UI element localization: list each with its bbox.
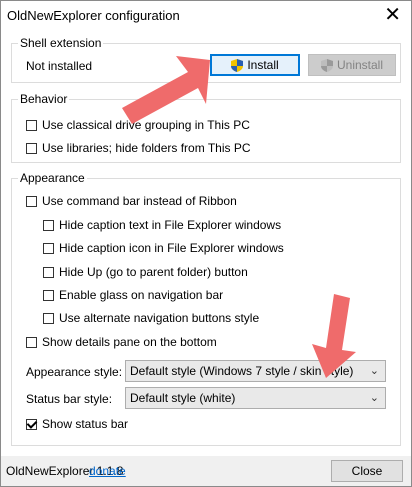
uninstall-button[interactable]: Uninstall [308, 54, 396, 76]
checkbox-box-checked [26, 418, 37, 430]
appearance-style-label: Appearance style: [26, 365, 123, 379]
install-button-label: Install [247, 58, 279, 72]
footer-bar: OldNewExplorer 1.1.8 donate Close [1, 456, 411, 486]
checkbox-label: Use command bar instead of Ribbon [42, 194, 237, 208]
checkbox-label: Hide caption text in File Explorer windo… [59, 218, 282, 232]
window-close-icon[interactable]: ✕ [384, 4, 401, 26]
checkbox-box [26, 142, 37, 154]
pointer-arrow-install-icon [122, 56, 210, 124]
chevron-down-icon: ⌄ [369, 392, 379, 404]
checkbox-label: Enable glass on navigation bar [59, 288, 224, 302]
details-pane-checkbox[interactable]: Show details pane on the bottom [26, 335, 217, 349]
close-button-label: Close [351, 464, 383, 478]
show-status-bar-checkbox[interactable]: Show status bar [26, 417, 128, 431]
appearance-legend: Appearance [18, 171, 87, 185]
hide-caption-icon-checkbox[interactable]: Hide caption icon in File Explorer windo… [43, 241, 284, 255]
checkbox-label: Use alternate navigation buttons style [59, 311, 260, 325]
close-button[interactable]: Close [331, 460, 403, 482]
window-title: OldNewExplorer configuration [7, 8, 180, 23]
shell-extension-legend: Shell extension [18, 36, 104, 50]
checkbox-label: Use libraries; hide folders from This PC [42, 141, 251, 155]
uac-shield-icon [320, 58, 333, 72]
alternate-nav-buttons-checkbox[interactable]: Use alternate navigation buttons style [43, 311, 259, 325]
behavior-legend: Behavior [18, 92, 70, 106]
use-libraries-checkbox[interactable]: Use libraries; hide folders from This PC [26, 141, 251, 155]
checkbox-box [43, 242, 54, 254]
status-bar-style-value: Default style (white) [130, 391, 236, 405]
checkbox-label: Hide caption icon in File Explorer windo… [59, 241, 284, 255]
checkbox-box [26, 195, 37, 207]
install-status: Not installed [26, 59, 93, 73]
checkbox-box [43, 266, 54, 278]
checkbox-label: Hide Up (go to parent folder) button [59, 265, 248, 279]
status-bar-style-label: Status bar style: [26, 392, 113, 406]
checkbox-box [26, 336, 37, 348]
checkbox-label: Show status bar [42, 417, 129, 431]
checkbox-box [43, 289, 54, 301]
checkbox-box [43, 312, 54, 324]
title-bar: OldNewExplorer configuration ✕ [1, 1, 411, 31]
enable-glass-checkbox[interactable]: Enable glass on navigation bar [43, 288, 223, 302]
hide-caption-text-checkbox[interactable]: Hide caption text in File Explorer windo… [43, 218, 281, 232]
uac-shield-icon [231, 58, 244, 72]
pointer-arrow-appearance-style-icon [312, 294, 356, 378]
checkbox-box [26, 119, 37, 131]
hide-up-button-checkbox[interactable]: Hide Up (go to parent folder) button [43, 265, 248, 279]
uninstall-button-label: Uninstall [336, 58, 384, 72]
checkbox-label: Show details pane on the bottom [42, 335, 217, 349]
chevron-down-icon: ⌄ [369, 365, 379, 377]
checkbox-box [43, 219, 54, 231]
command-bar-checkbox[interactable]: Use command bar instead of Ribbon [26, 194, 237, 208]
status-bar-style-select[interactable]: Default style (white) ⌄ [125, 387, 386, 409]
donate-link[interactable]: donate [89, 464, 126, 478]
